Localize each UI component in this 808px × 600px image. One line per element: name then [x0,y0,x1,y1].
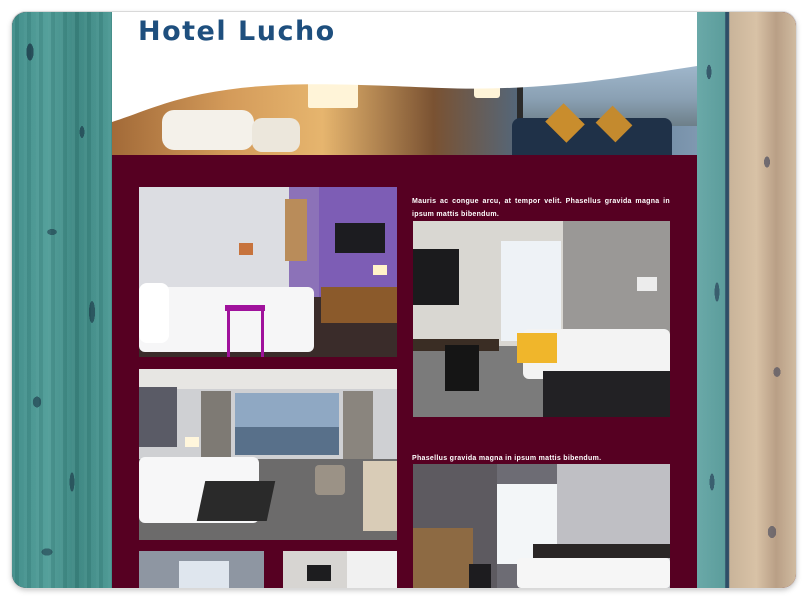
room-thumbnail-b[interactable] [283,551,397,588]
armchair [315,465,345,495]
wood-background-left [12,12,112,588]
banner-wave-overlay [112,66,697,122]
bed-throw [517,333,557,363]
wall-lamp [637,277,657,291]
gallery-section: Mauris ac congue arcu, at tempor velit. … [112,155,697,588]
window-city [235,427,339,455]
wall-art [239,243,253,255]
room-photo-panoramic[interactable] [139,369,397,540]
room-photo-twin-beds[interactable] [413,464,670,588]
bed-base [543,371,670,417]
headboard [533,544,670,558]
room-thumbnail-a[interactable] [139,551,264,588]
room-photo-tv-desk[interactable] [413,221,670,417]
dresser [363,461,397,531]
wall-left [139,187,289,297]
wood-background-right [697,12,796,588]
bench [196,481,276,521]
beds [517,558,670,588]
banner-photo [112,66,697,155]
page-frame: Hotel Lucho Mauris ac congue arcu, at te… [12,12,796,588]
tv [307,565,331,581]
headboard [139,387,177,447]
side-table-leg [227,311,230,357]
chair [469,564,491,588]
site-header: Hotel Lucho [112,12,697,66]
tv [413,249,459,305]
site-title[interactable]: Hotel Lucho [138,16,336,47]
room-photo-purple[interactable] [139,187,397,357]
bed-pillow [139,283,169,343]
window-blind [285,199,307,261]
desk-lamp [373,265,387,275]
side-table-leg-2 [261,311,264,357]
lamp [185,437,199,447]
desk [413,528,473,588]
desk [321,287,397,323]
gallery-caption-1: Mauris ac congue arcu, at tempor velit. … [412,198,670,218]
window [179,561,229,588]
window [347,551,397,588]
chair [445,345,479,391]
tv [335,223,385,253]
window [501,241,561,341]
ceiling [139,369,397,389]
side-table-top [225,305,265,311]
